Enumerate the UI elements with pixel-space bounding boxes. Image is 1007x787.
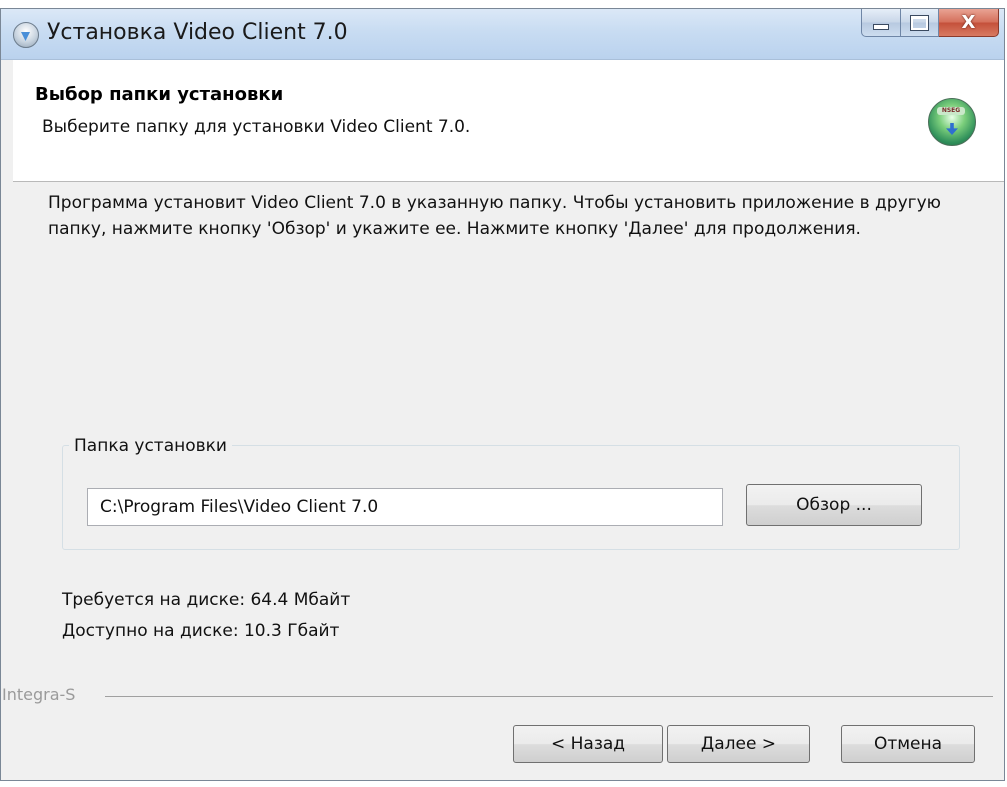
- window-title: Установка Video Client 7.0: [47, 20, 348, 45]
- install-path-input[interactable]: [87, 488, 723, 526]
- title-bar[interactable]: Установка Video Client 7.0 X: [1, 9, 1004, 60]
- wizard-header: Выбор папки установки Выберите папку для…: [13, 60, 1004, 182]
- disk-space-required: Требуется на диске: 64.4 Мбайт: [62, 590, 351, 610]
- install-folder-legend: Папка установки: [69, 436, 232, 456]
- disk-space-available: Доступно на диске: 10.3 Гбайт: [62, 621, 340, 641]
- minimize-icon: [873, 23, 889, 30]
- close-icon: X: [961, 12, 976, 33]
- window-left-edge: [1, 60, 13, 780]
- instructions-text: Программа установит Video Client 7.0 в у…: [48, 193, 941, 239]
- close-button[interactable]: X: [939, 9, 999, 37]
- maximize-icon: [910, 14, 929, 31]
- brand-label: Integra-S: [2, 685, 76, 704]
- top-strip: [0, 0, 1007, 8]
- page-subtitle: Выберите папку для установки Video Clien…: [42, 117, 471, 137]
- page-title: Выбор папки установки: [35, 84, 284, 105]
- installer-window: Установка Video Client 7.0 X Выбор папки…: [0, 8, 1005, 781]
- footer-divider: [105, 696, 993, 697]
- minimize-button[interactable]: [861, 9, 901, 37]
- logo-text: NSEG: [937, 107, 965, 115]
- app-icon: [13, 22, 39, 48]
- maximize-button[interactable]: [901, 9, 939, 37]
- installer-logo-icon: NSEG: [928, 98, 976, 146]
- download-arrow-icon: [946, 123, 958, 135]
- browse-button[interactable]: Обзор ...: [746, 484, 922, 526]
- next-button[interactable]: Далее >: [667, 725, 810, 763]
- caption-buttons: X: [861, 9, 999, 37]
- cancel-button[interactable]: Отмена: [841, 725, 975, 763]
- back-button[interactable]: < Назад: [513, 725, 663, 763]
